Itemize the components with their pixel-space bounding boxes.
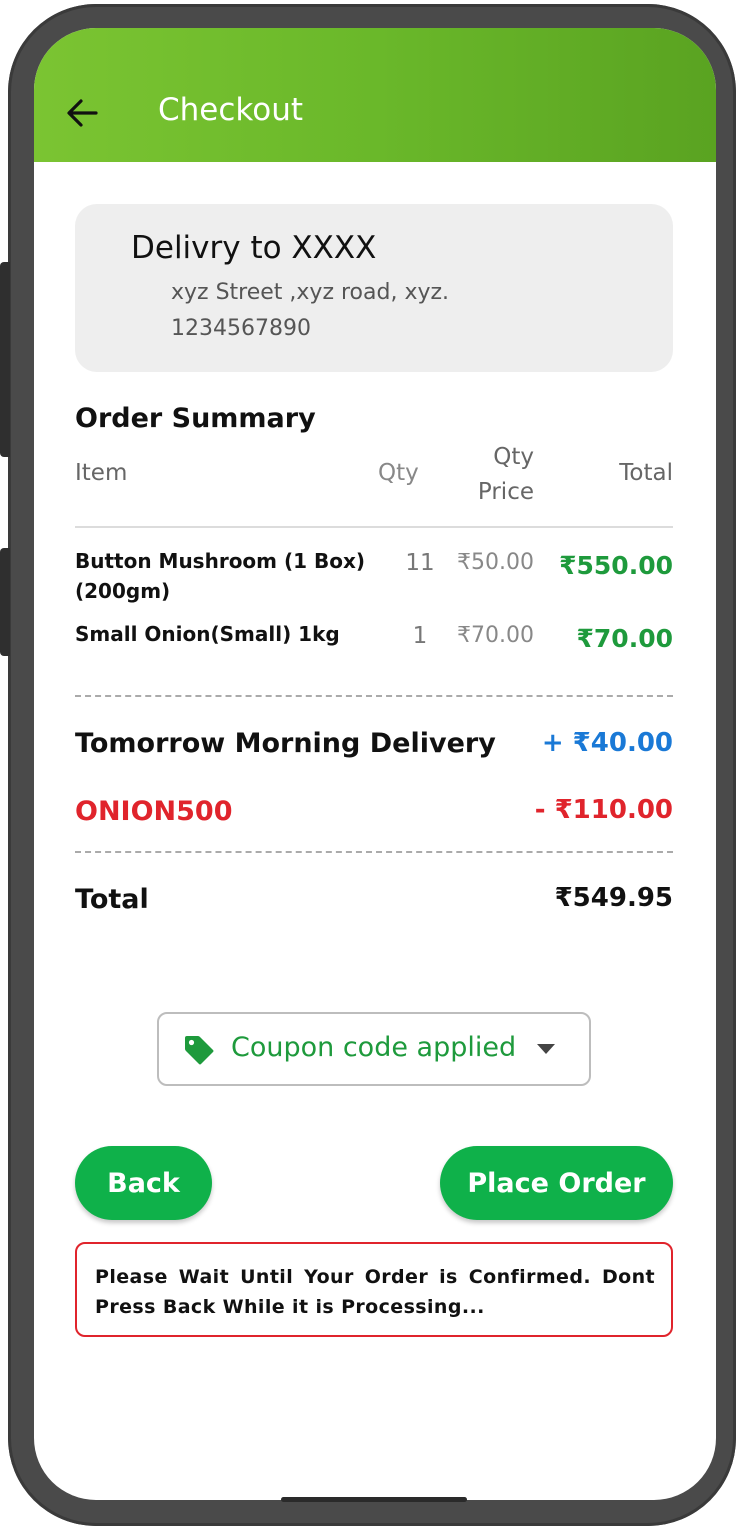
grand-total-label: Total [75,884,149,915]
item-total: ₹550.00 [559,551,673,580]
app-screen: Checkout Delivry to XXXX xyz Street ,xyz… [34,28,716,1500]
processing-notice: Please Wait Until Your Order is Confirme… [75,1242,673,1337]
item-unit-price: ₹70.00 [457,623,534,648]
back-arrow-icon[interactable] [66,98,98,128]
delivery-address-card: Delivry to XXXX xyz Street ,xyz road, xy… [75,204,673,372]
column-header-qty-price: Qty Price [477,444,534,505]
processing-notice-text: Please Wait Until Your Order is Confirme… [95,1266,655,1318]
order-summary-heading: Order Summary [75,403,316,434]
grand-total-value: ₹549.95 [554,883,673,913]
tag-icon [185,1036,214,1065]
delivery-address-line: xyz Street ,xyz road, xyz. [171,280,450,305]
column-header-qty: Qty [378,460,419,486]
column-header-item: Item [75,460,128,486]
dashed-divider [75,695,673,697]
coupon-dropdown[interactable]: Coupon code applied [157,1012,591,1086]
item-name: Button Mushroom (1 Box) (200gm) [75,549,366,603]
delivery-phone: 1234567890 [171,316,311,341]
delivery-fee-value: + ₹40.00 [541,728,673,758]
delivery-recipient: Delivry to XXXX [131,230,377,266]
table-header-divider [75,526,673,528]
item-name: Small Onion(Small) 1kg [75,622,340,646]
item-qty: 1 [412,623,428,649]
item-unit-price: ₹50.00 [457,550,534,575]
item-total: ₹70.00 [576,624,673,653]
app-bar: Checkout [34,28,716,162]
coupon-discount-value: - ₹110.00 [534,795,673,825]
back-button[interactable]: Back [75,1146,212,1220]
home-indicator [281,1497,467,1502]
side-button-lower [0,548,10,656]
column-header-total: Total [619,460,673,486]
item-qty: 11 [405,550,435,576]
coupon-status-text: Coupon code applied [231,1032,517,1063]
side-button-upper [0,262,10,457]
coupon-code-label: ONION500 [75,796,233,827]
dashed-divider [75,851,673,853]
page-title: Checkout [158,92,304,128]
place-order-button[interactable]: Place Order [440,1146,673,1220]
delivery-slot-label: Tomorrow Morning Delivery [75,728,496,759]
chevron-down-icon [537,1044,555,1054]
